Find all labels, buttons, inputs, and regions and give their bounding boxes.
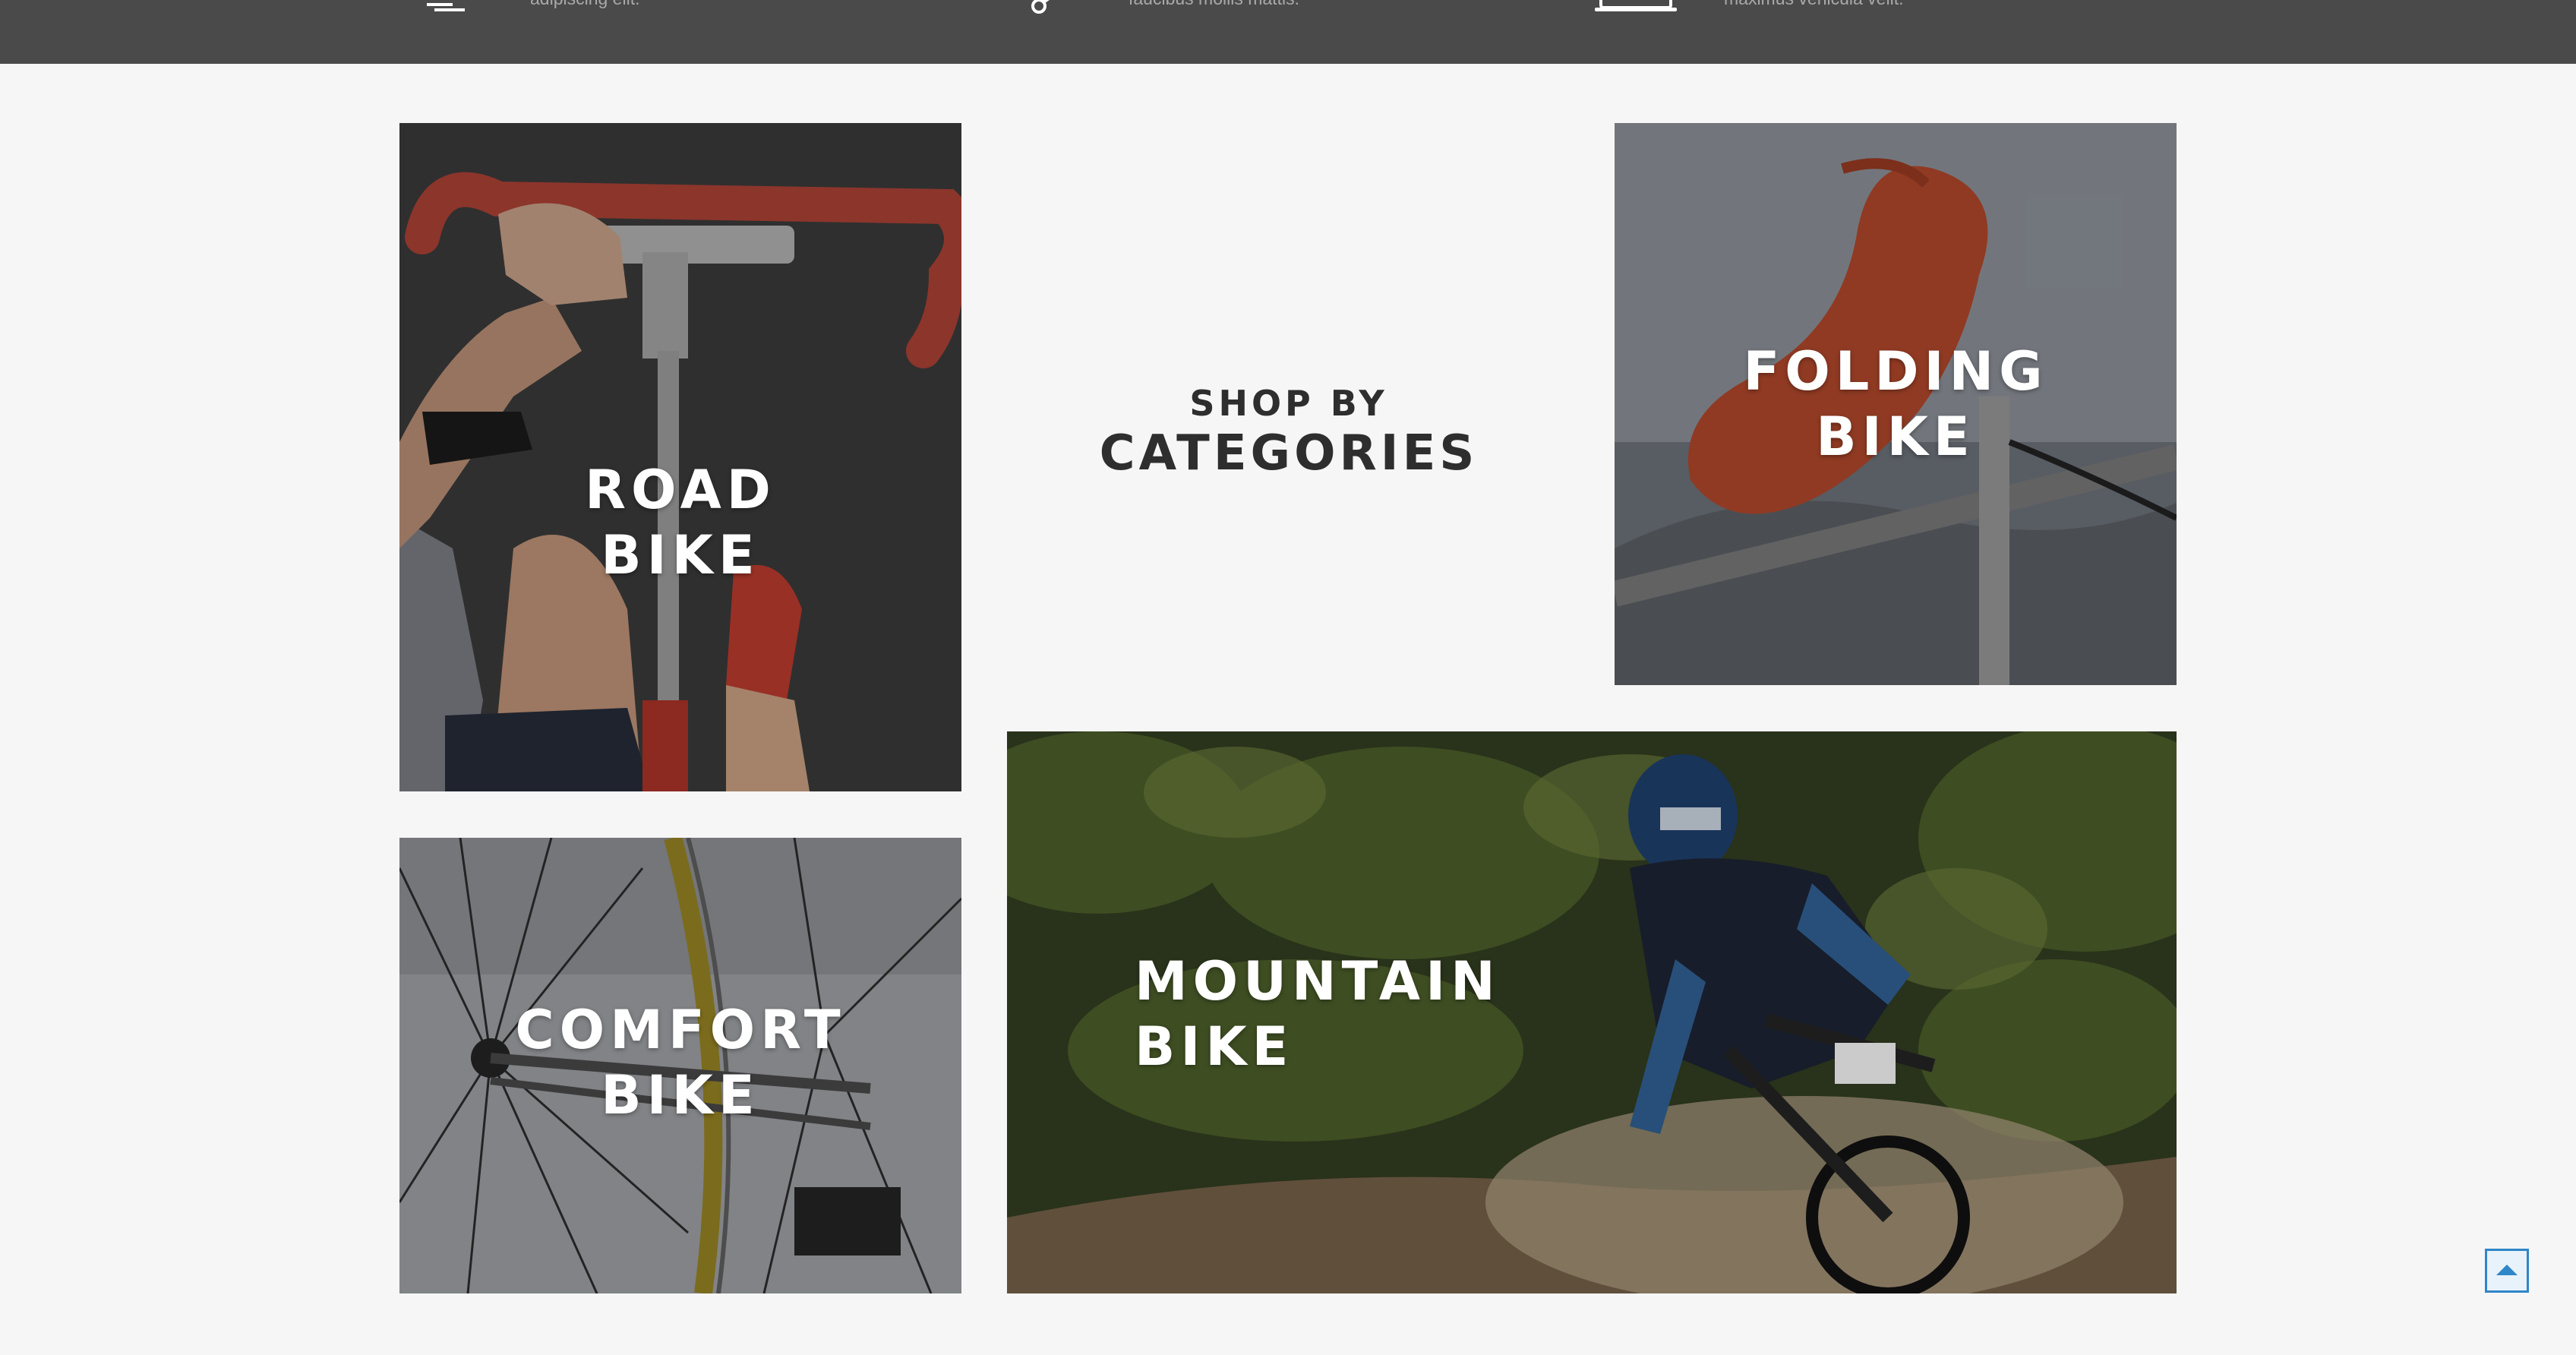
feature-text: maximus vehicula velit. (1724, 0, 1903, 14)
category-folding-bike[interactable]: FOLDING BIKE (1615, 123, 2177, 685)
category-mountain-bike[interactable]: MOUNTAIN BIKE (1007, 731, 2177, 1293)
feature-item: faucibus mollis mattis. (1018, 0, 1473, 14)
section-heading: SHOP BY CATEGORIES (1005, 380, 1572, 480)
arrow-up-icon (2496, 1265, 2518, 1275)
section-heading-line2: CATEGORIES (1099, 425, 1479, 482)
category-road-bike[interactable]: ROAD BIKE (399, 123, 961, 791)
category-label: FOLDING BIKE (1743, 340, 2048, 468)
back-to-top-button[interactable] (2485, 1249, 2529, 1293)
feature-text: faucibus mollis mattis. (1129, 0, 1299, 14)
fast-delivery-icon (416, 0, 477, 17)
feature-item: maximus vehicula velit. (1592, 0, 2047, 14)
features-bar: adipiscing elit. faucibus mollis mattis.… (0, 0, 2576, 64)
feature-item: adipiscing elit. (416, 0, 872, 14)
feature-text: adipiscing elit. (530, 0, 639, 14)
category-comfort-bike[interactable]: COMFORT BIKE (399, 838, 961, 1293)
category-label: COMFORT BIKE (515, 999, 846, 1126)
category-label: ROAD BIKE (585, 459, 776, 586)
section-heading-line1: SHOP BY (1189, 383, 1388, 424)
wrench-icon (1018, 0, 1056, 17)
laptop-icon (1592, 0, 1683, 17)
category-label: MOUNTAIN BIKE (1135, 950, 1501, 1078)
